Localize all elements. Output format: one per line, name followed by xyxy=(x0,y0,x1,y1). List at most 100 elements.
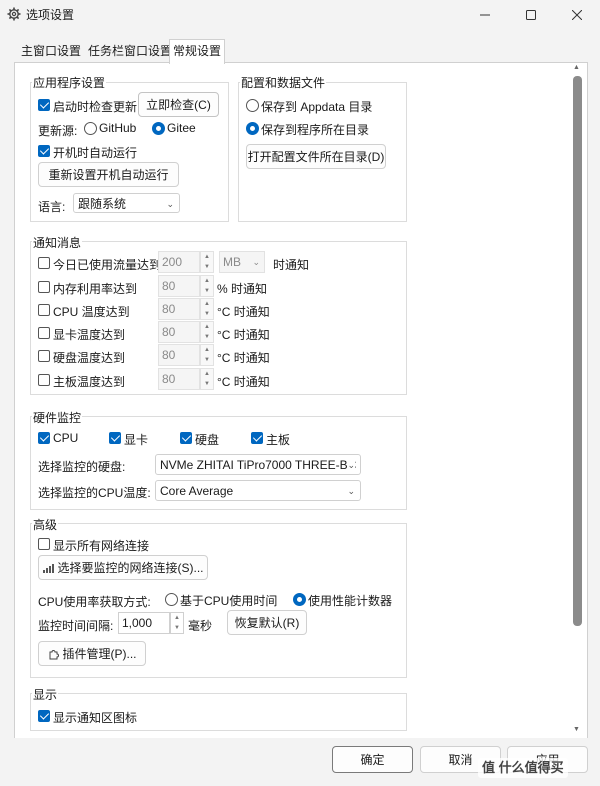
check-update-label: 启动时检查更新 xyxy=(53,100,138,114)
disk-monitor-checkbox[interactable] xyxy=(180,432,192,444)
check-now-button[interactable]: 立即检查(C) xyxy=(138,92,219,117)
show-all-connections-label: 显示所有网络连接 xyxy=(53,539,150,553)
method-time-radio[interactable] xyxy=(165,593,178,606)
traffic-notify-checkbox[interactable] xyxy=(38,257,50,269)
method-time-label: 基于CPU使用时间 xyxy=(180,594,278,608)
check-update-checkbox[interactable] xyxy=(38,99,50,111)
plugin-manager-button[interactable]: 插件管理(P)... xyxy=(38,641,146,666)
interval-value-field[interactable]: 1,000 xyxy=(118,612,170,634)
autorun-label: 开机时自动运行 xyxy=(53,146,138,160)
github-radio[interactable] xyxy=(84,122,97,135)
save-program-radio[interactable] xyxy=(246,122,259,135)
plugin-manager-label: 插件管理(P)... xyxy=(62,647,137,661)
github-label: GitHub xyxy=(99,121,137,135)
gpu-monitor-checkbox[interactable] xyxy=(109,432,121,444)
disk-temp-notify-checkbox[interactable] xyxy=(38,350,50,362)
cpu-method-label: CPU使用率获取方式: xyxy=(38,595,151,609)
cpu-temp-notify-label: CPU 温度达到 xyxy=(53,305,130,319)
cpu-temp-value-field[interactable]: 80 xyxy=(158,298,200,320)
memory-notify-label: 内存利用率达到 xyxy=(53,282,138,296)
disk-temp-notify-suffix: °C 时通知 xyxy=(217,351,270,365)
memory-value-field[interactable]: 80 xyxy=(158,275,200,297)
board-temp-notify-checkbox[interactable] xyxy=(38,374,50,386)
title-bar: 选项设置 xyxy=(0,0,600,30)
open-config-dir-button[interactable]: 打开配置文件所在目录(D) xyxy=(246,144,386,169)
gitee-label: Gitee xyxy=(167,121,196,135)
tray-icon-label: 显示通知区图标 xyxy=(53,711,138,725)
tray-icon-checkbox[interactable] xyxy=(38,710,50,722)
minimize-icon xyxy=(480,14,490,16)
plugin-icon xyxy=(49,649,59,659)
method-counter-radio[interactable] xyxy=(293,593,306,606)
minimize-button[interactable] xyxy=(462,0,508,30)
disk-monitor-label: 硬盘 xyxy=(195,433,220,447)
disk-temp-value-field[interactable]: 80 xyxy=(158,344,200,366)
restore-default-button[interactable]: 恢复默认(R) xyxy=(227,610,307,635)
traffic-spinner[interactable]: ▲ ▼ xyxy=(200,251,214,273)
memory-notify-checkbox[interactable] xyxy=(38,281,50,293)
language-select[interactable]: 跟随系统 ⌄ xyxy=(73,193,180,213)
display-label: 显示 xyxy=(32,686,59,703)
cpu-temp-select-label: 选择监控的CPU温度: xyxy=(38,486,151,500)
memory-notify-suffix: % 时通知 xyxy=(217,282,268,296)
method-counter-label: 使用性能计数器 xyxy=(308,594,393,608)
interval-unit: 毫秒 xyxy=(188,619,213,633)
cpu-temp-spinner[interactable]: ▲ ▼ xyxy=(200,298,214,320)
close-button[interactable] xyxy=(554,0,600,30)
gpu-temp-spinner[interactable]: ▲ ▼ xyxy=(200,321,214,343)
update-source-label: 更新源: xyxy=(38,124,78,138)
gear-icon xyxy=(7,7,21,21)
disk-temp-spinner[interactable]: ▲ ▼ xyxy=(200,344,214,366)
gpu-temp-notify-checkbox[interactable] xyxy=(38,327,50,339)
advanced-label: 高级 xyxy=(32,516,59,533)
maximize-button[interactable] xyxy=(508,0,554,30)
cpu-monitor-label: CPU xyxy=(53,431,79,445)
chevron-down-icon: ⌄ xyxy=(252,257,260,267)
disk-select-value: NVMe ZHITAI TiPro7000 THREE-BC xyxy=(160,458,357,472)
watermark: 值 什么值得买 xyxy=(478,758,568,778)
save-appdata-radio[interactable] xyxy=(246,99,259,112)
traffic-notify-label: 今日已使用流量达到 xyxy=(53,258,162,272)
autorun-checkbox[interactable] xyxy=(38,145,50,157)
cpu-temp-notify-suffix: °C 时通知 xyxy=(217,305,270,319)
disk-temp-notify-label: 硬盘温度达到 xyxy=(53,351,126,365)
cpu-monitor-checkbox[interactable] xyxy=(38,432,50,444)
tab-general-settings[interactable]: 常规设置 xyxy=(169,39,226,64)
save-program-label: 保存到程序所在目录 xyxy=(261,123,370,137)
board-temp-notify-suffix: °C 时通知 xyxy=(217,375,270,389)
traffic-unit-select[interactable]: MB ⌄ xyxy=(219,251,265,273)
cpu-temp-select[interactable]: Core Average ⌄ xyxy=(155,480,361,501)
board-monitor-checkbox[interactable] xyxy=(251,432,263,444)
traffic-value-field[interactable]: 200 xyxy=(158,251,200,273)
memory-spinner[interactable]: ▲ ▼ xyxy=(200,275,214,297)
interval-spinner[interactable]: ▲ ▼ xyxy=(170,612,184,634)
chevron-down-icon: ⌄ xyxy=(347,455,355,474)
tab-main-window[interactable]: 主窗口设置 xyxy=(18,42,84,62)
scrollbar-thumb[interactable] xyxy=(573,76,582,626)
select-connections-button[interactable]: 选择要监控的网络连接(S)... xyxy=(38,555,208,580)
gpu-temp-notify-suffix: °C 时通知 xyxy=(217,328,270,342)
disk-select[interactable]: NVMe ZHITAI TiPro7000 THREE-BC ⌄ xyxy=(155,454,361,475)
reset-autorun-button[interactable]: 重新设置开机自动运行 xyxy=(38,162,179,187)
tab-taskbar-window[interactable]: 任务栏窗口设置 xyxy=(85,42,175,62)
gitee-radio[interactable] xyxy=(152,122,165,135)
cpu-temp-select-value: Core Average xyxy=(160,484,234,498)
cpu-temp-notify-checkbox[interactable] xyxy=(38,304,50,316)
chevron-down-icon: ⌄ xyxy=(166,199,174,209)
ok-button[interactable]: 确定 xyxy=(332,746,413,773)
config-label: 配置和数据文件 xyxy=(240,74,327,91)
scroll-down-icon[interactable]: ▼ xyxy=(573,726,580,733)
language-value: 跟随系统 xyxy=(78,197,127,211)
window-title: 选项设置 xyxy=(26,8,75,22)
board-temp-notify-label: 主板温度达到 xyxy=(53,375,126,389)
show-all-connections-checkbox[interactable] xyxy=(38,538,50,550)
scroll-up-icon[interactable]: ▲ xyxy=(573,64,580,71)
app-settings-label: 应用程序设置 xyxy=(32,74,107,91)
hardware-label: 硬件监控 xyxy=(32,409,83,426)
interval-label: 监控时间间隔: xyxy=(38,619,114,633)
save-appdata-label: 保存到 Appdata 目录 xyxy=(261,100,373,114)
close-icon xyxy=(572,10,582,20)
gpu-temp-value-field[interactable]: 80 xyxy=(158,321,200,343)
board-temp-value-field[interactable]: 80 xyxy=(158,368,200,390)
board-temp-spinner[interactable]: ▲ ▼ xyxy=(200,368,214,390)
